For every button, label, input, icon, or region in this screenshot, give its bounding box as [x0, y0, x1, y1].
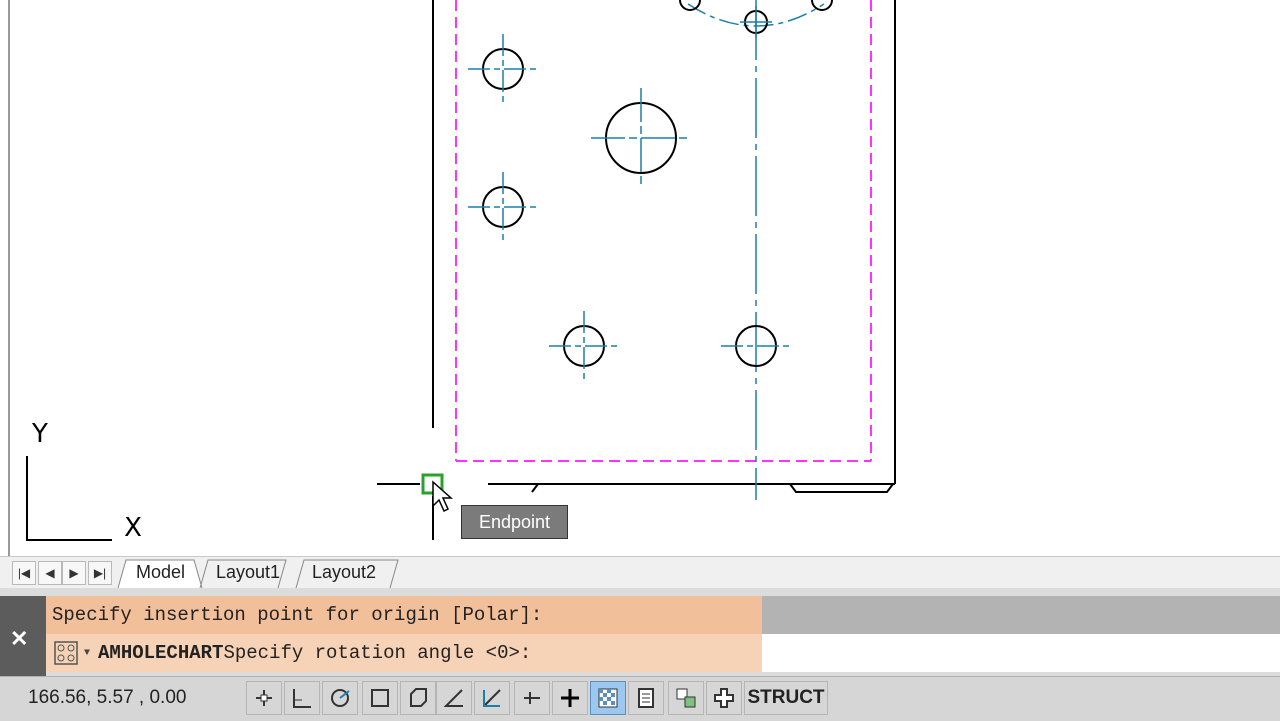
command-history-filler	[762, 596, 1280, 634]
object-snap-icon[interactable]	[362, 681, 398, 715]
infer-constraints-icon[interactable]	[246, 681, 282, 715]
status-bar: 166.56, 5.57 , 0.00 STRUCT	[0, 676, 1280, 721]
snap-tooltip: Endpoint	[461, 505, 568, 539]
command-history-line: Specify insertion point for origin [Pola…	[46, 596, 762, 634]
hole-1	[468, 34, 538, 104]
dynamic-ucs-icon[interactable]	[474, 681, 510, 715]
3d-object-snap-icon[interactable]	[400, 681, 436, 715]
command-input-line[interactable]: ▼ AMHOLECHART Specify rotation angle <0>…	[46, 634, 762, 672]
object-snap-tracking-icon[interactable]	[436, 681, 472, 715]
layout-tab-bar: |◀ ◀ ▶ ▶| Model Layout1 Layout2	[0, 556, 1280, 589]
snap-mode-icon[interactable]	[284, 681, 320, 715]
command-line-handle: ✕	[0, 596, 46, 676]
command-prompt: Specify rotation angle <0>:	[223, 642, 532, 664]
active-command-name: AMHOLECHART	[98, 642, 224, 664]
selection-cycling-icon[interactable]	[668, 681, 704, 715]
coordinate-display[interactable]: 166.56, 5.57 , 0.00	[28, 687, 186, 709]
recent-commands-chevron-icon[interactable]: ▼	[84, 648, 90, 659]
tab-layout2[interactable]: Layout2	[312, 559, 376, 585]
struct-button[interactable]: STRUCT	[744, 681, 828, 715]
hole-3	[468, 172, 538, 242]
command-input-field[interactable]	[762, 634, 1280, 672]
transparency-icon[interactable]	[590, 681, 626, 715]
hole-4	[549, 311, 619, 381]
drawing-canvas[interactable]: Y X	[0, 0, 1280, 556]
ucs-y-label: Y	[31, 419, 48, 449]
polar-tracking-icon[interactable]	[322, 681, 358, 715]
ucs-icon: Y X	[26, 419, 142, 543]
customize-icon[interactable]	[54, 641, 78, 665]
hole-2	[591, 88, 691, 188]
ucs-x-label: X	[124, 513, 142, 543]
tab-model[interactable]: Model	[136, 559, 185, 585]
dynamic-input-icon[interactable]	[514, 681, 550, 715]
command-line: ✕ Specify insertion point for origin [Po…	[0, 588, 1280, 676]
annotation-monitor-icon[interactable]	[706, 681, 742, 715]
close-icon[interactable]: ✕	[10, 626, 28, 652]
quick-properties-icon[interactable]	[628, 681, 664, 715]
part-outline	[377, 0, 896, 540]
tab-layout1[interactable]: Layout1	[216, 559, 280, 585]
lineweight-icon[interactable]	[552, 681, 588, 715]
drawing-viewport[interactable]: Y X	[0, 0, 1280, 556]
